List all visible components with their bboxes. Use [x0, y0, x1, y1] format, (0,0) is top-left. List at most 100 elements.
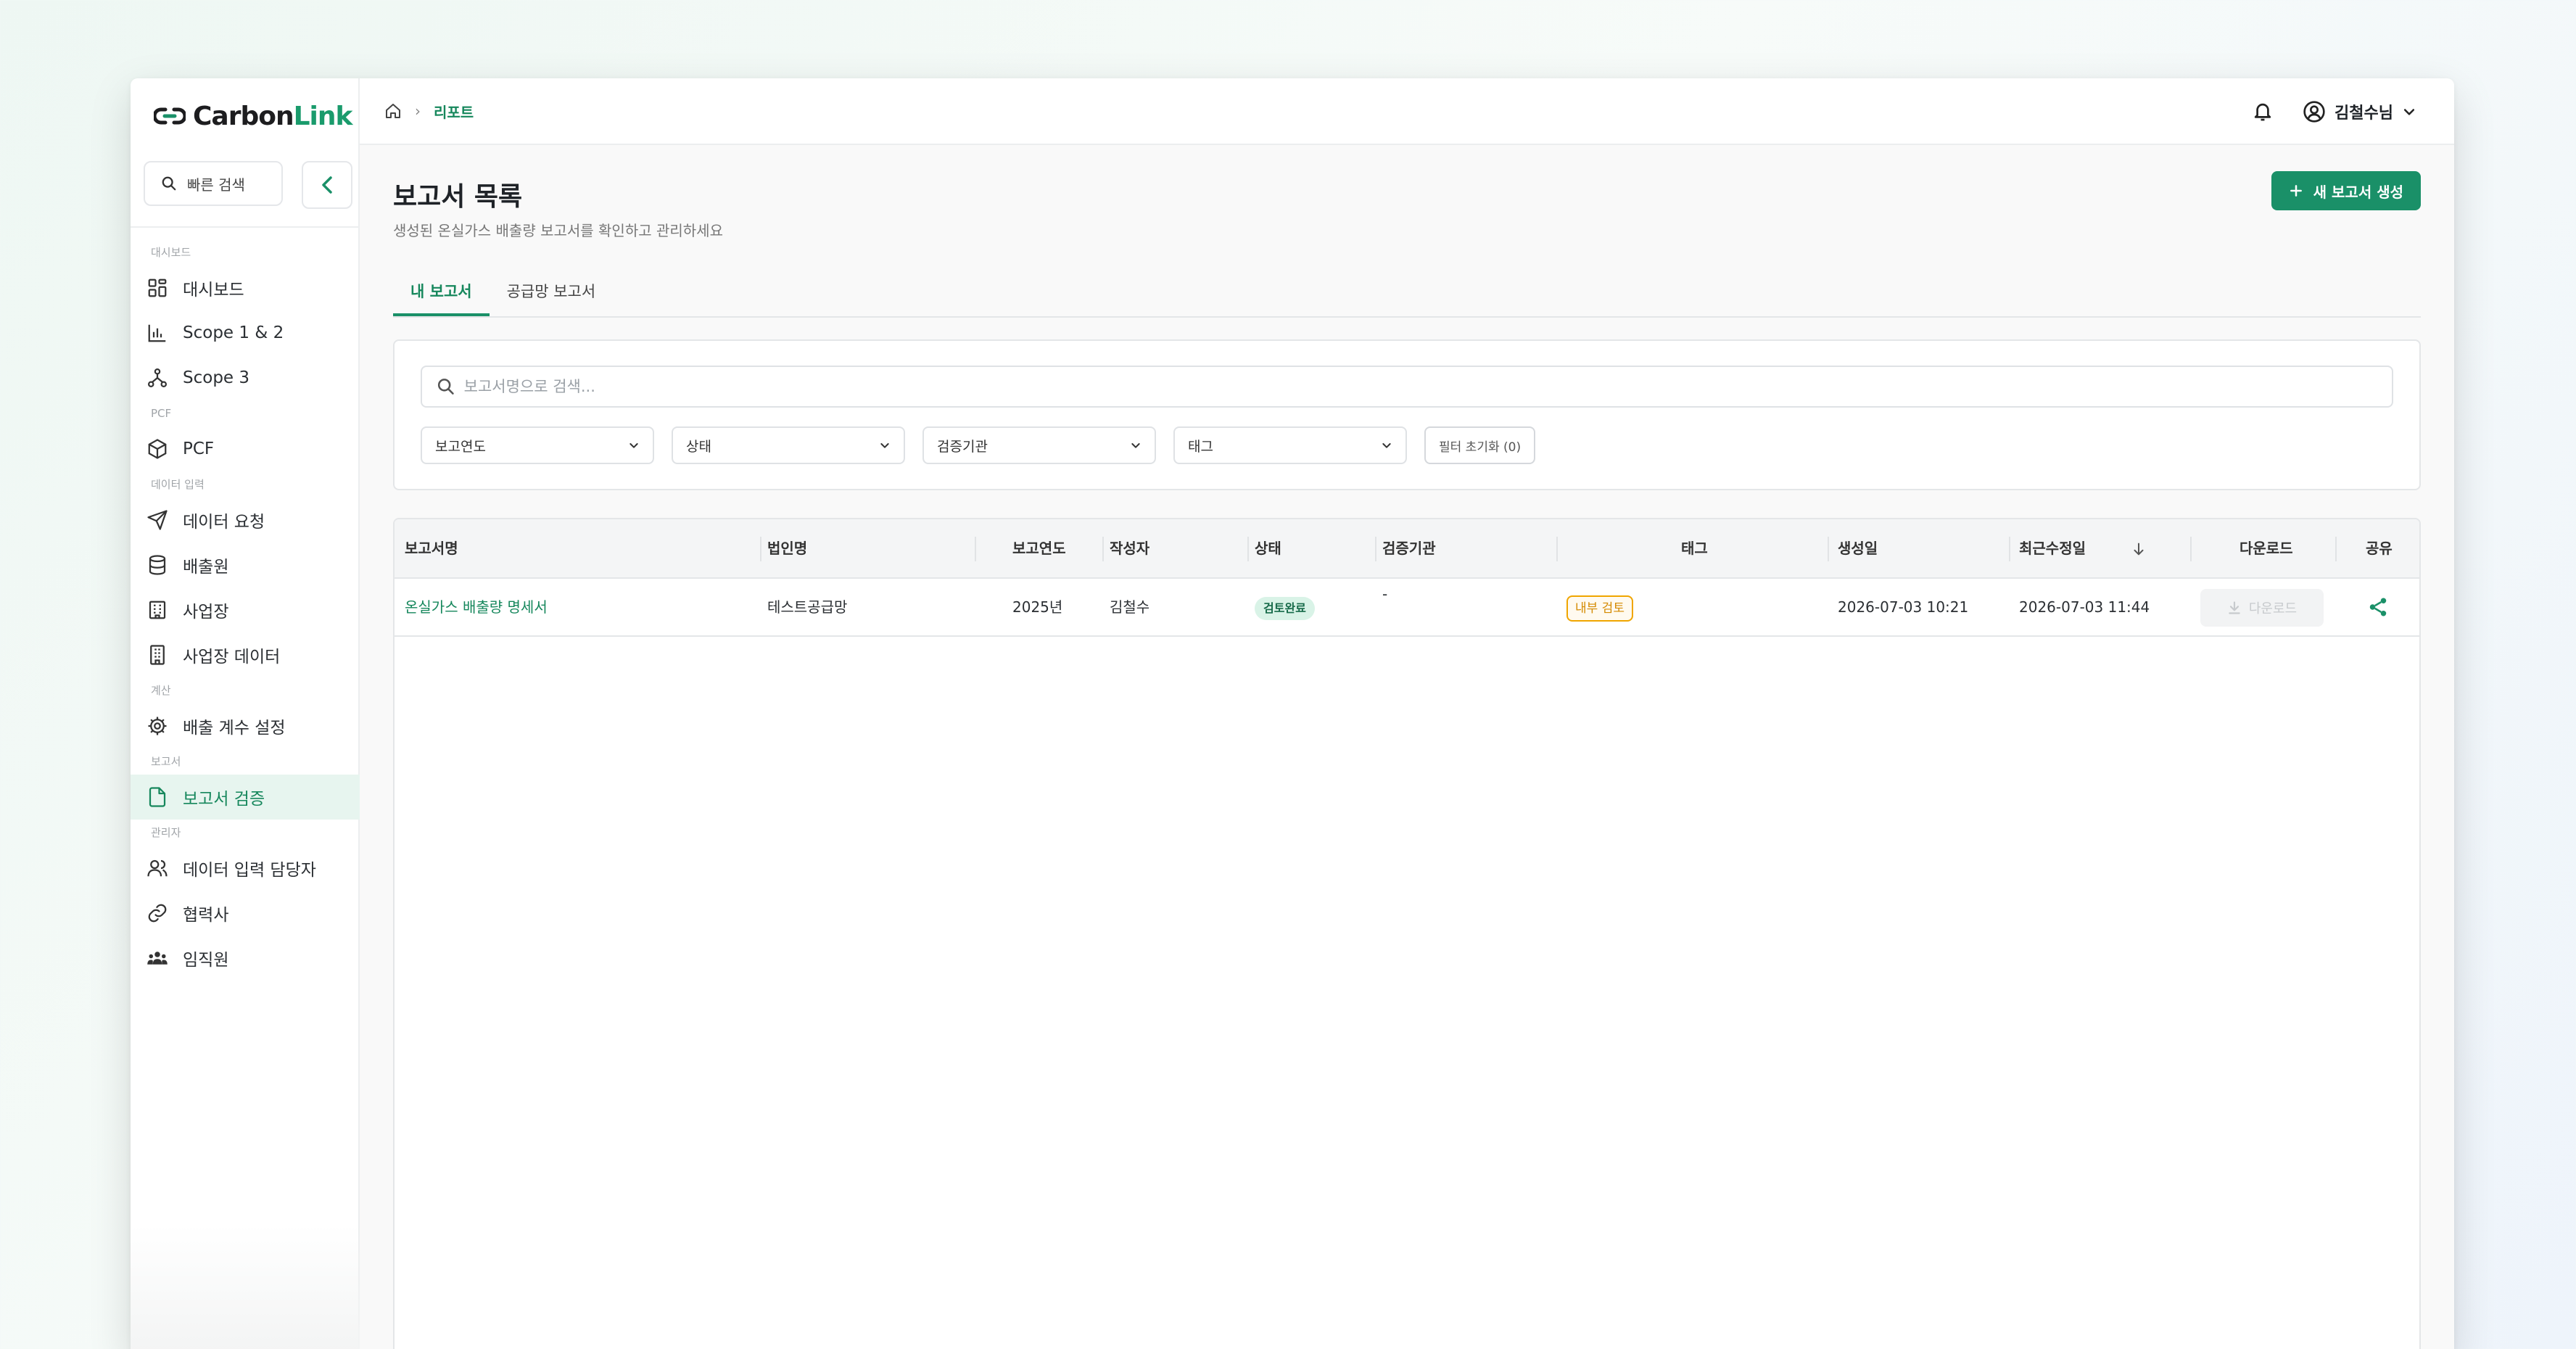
- sidebar-item-site[interactable]: 사업장: [131, 587, 360, 632]
- quick-search-label: 빠른 검색: [187, 176, 245, 194]
- building-icon: [150, 645, 165, 665]
- column-divider: [1556, 537, 1558, 561]
- table-header: 보고서명 법인명 보고연도 작성자 상태 검증기관 태그 생성일 최근수정일 다…: [395, 519, 2419, 579]
- column-status[interactable]: 상태: [1255, 519, 1281, 577]
- filter-panel: 보고연도 상태 검증기관 태그 필터 초기화 (0): [393, 339, 2421, 490]
- report-search-input[interactable]: [463, 378, 2392, 395]
- nav-section-admin: 관리자: [151, 826, 181, 839]
- column-author[interactable]: 작성자: [1110, 519, 1149, 577]
- sidebar-item-pcf[interactable]: PCF: [131, 426, 360, 471]
- filter-status-label: 상태: [686, 438, 711, 455]
- sidebar-item-label: 협력사: [183, 906, 229, 925]
- home-icon[interactable]: [384, 102, 402, 120]
- sidebar-item-dashboard[interactable]: 대시보드: [131, 265, 360, 310]
- chevron-down-icon: [880, 443, 889, 448]
- sidebar-item-emission-factor[interactable]: 배출 계수 설정: [131, 704, 360, 748]
- column-share[interactable]: 공유: [2366, 519, 2393, 577]
- report-name-link[interactable]: 온실가스 배출량 명세서: [405, 579, 548, 635]
- sidebar-divider: [131, 226, 360, 228]
- sidebar-item-scope12[interactable]: Scope 1 & 2: [131, 310, 360, 355]
- sidebar-fade: [131, 1224, 360, 1349]
- logo-text: CarbonLink: [193, 101, 352, 131]
- sidebar-item-site-data[interactable]: 사업장 데이터: [131, 632, 360, 677]
- collapse-sidebar-button[interactable]: [302, 161, 352, 209]
- chevron-down-icon: [2403, 109, 2415, 115]
- column-updated[interactable]: 최근수정일: [2019, 519, 2086, 577]
- column-report-name[interactable]: 보고서명: [405, 519, 458, 577]
- report-tabs: 내 보고서 공급망 보고서: [393, 268, 2421, 318]
- sidebar-item-emission-source[interactable]: 배출원: [131, 543, 360, 587]
- sidebar-item-data-manager[interactable]: 데이터 입력 담당자: [131, 846, 360, 891]
- user-name: 김철수님: [2334, 104, 2393, 123]
- sidebar-item-label: 사업장: [183, 603, 229, 622]
- filter-status-select[interactable]: 상태: [672, 426, 905, 464]
- network-icon: [148, 368, 167, 387]
- filter-tag-select[interactable]: 태그: [1173, 426, 1407, 464]
- user-menu[interactable]: 김철수님: [2303, 100, 2416, 123]
- search-icon: [162, 176, 176, 191]
- share-icon[interactable]: [2367, 596, 2389, 618]
- sort-desc-icon[interactable]: [2131, 540, 2147, 558]
- logo[interactable]: CarbonLink: [154, 96, 352, 136]
- cell-updated: 2026-07-03 11:44: [2019, 598, 2150, 616]
- column-company[interactable]: 법인명: [767, 519, 807, 577]
- bell-icon[interactable]: [2252, 100, 2274, 123]
- page-subtitle: 생성된 온실가스 배출량 보고서를 확인하고 관리하세요: [393, 222, 723, 239]
- nav-section-calculation: 계산: [151, 684, 171, 697]
- users-icon: [147, 859, 168, 877]
- column-divider: [1102, 537, 1104, 561]
- sidebar-item-scope3[interactable]: Scope 3: [131, 355, 360, 400]
- plus-icon: [2290, 185, 2302, 197]
- cell-year: 2025년: [1012, 598, 1063, 616]
- quick-search-button[interactable]: 빠른 검색: [144, 161, 283, 206]
- column-divider: [2009, 537, 2010, 561]
- cell-company: 테스트공급망: [767, 598, 848, 616]
- table-row[interactable]: 온실가스 배출량 명세서 테스트공급망 2025년 김철수 검토완료 - 내부 …: [395, 579, 2419, 637]
- nav-section-dashboard: 대시보드: [151, 246, 191, 259]
- filter-reset-button[interactable]: 필터 초기화 (0): [1424, 426, 1536, 464]
- filter-year-select[interactable]: 보고연도: [421, 426, 654, 464]
- sidebar-item-partners[interactable]: 협력사: [131, 891, 360, 936]
- link-icon: [148, 904, 167, 923]
- search-icon: [437, 379, 454, 395]
- sidebar-item-label: 배출 계수 설정: [183, 719, 286, 738]
- chevron-down-icon: [1131, 443, 1140, 448]
- topbar-actions: 김철수님: [2252, 78, 2416, 145]
- new-report-button[interactable]: 새 보고서 생성: [2271, 171, 2421, 210]
- nav-section-pcf: PCF: [151, 407, 172, 420]
- column-year[interactable]: 보고연도: [1012, 519, 1066, 577]
- sidebar-item-employees[interactable]: 임직원: [131, 936, 360, 981]
- sidebar-item-label: PCF: [183, 440, 215, 458]
- sidebar-item-label: 데이터 요청: [183, 513, 265, 532]
- column-divider: [975, 537, 976, 561]
- sidebar-item-data-request[interactable]: 데이터 요청: [131, 498, 360, 543]
- column-download[interactable]: 다운로드: [2239, 519, 2293, 577]
- report-search-box[interactable]: [421, 366, 2393, 408]
- sidebar-item-report-verification[interactable]: 보고서 검증: [131, 775, 360, 820]
- column-created[interactable]: 생성일: [1838, 519, 1878, 577]
- filter-verifier-select[interactable]: 검증기관: [922, 426, 1156, 464]
- breadcrumb-separator: ›: [415, 102, 421, 120]
- cell-tag: 내부 검토: [1566, 579, 1633, 635]
- chevron-down-icon: [629, 443, 638, 448]
- tab-supply-chain-reports[interactable]: 공급망 보고서: [490, 268, 614, 316]
- column-verifier[interactable]: 검증기관: [1382, 519, 1436, 577]
- filter-year-label: 보고연도: [435, 438, 486, 455]
- tab-my-reports[interactable]: 내 보고서: [393, 268, 490, 316]
- send-icon: [147, 510, 168, 530]
- breadcrumb-current[interactable]: 리포트: [434, 101, 474, 122]
- column-divider: [760, 537, 761, 561]
- cell-author: 김철수: [1110, 598, 1150, 616]
- page-title: 보고서 목록: [393, 182, 523, 212]
- status-badge: 검토완료: [1255, 596, 1315, 620]
- tag-badge: 내부 검토: [1566, 595, 1633, 622]
- gear-icon: [148, 717, 167, 735]
- file-icon: [149, 787, 166, 807]
- team-icon: [147, 952, 168, 965]
- breadcrumb: › 리포트: [384, 101, 474, 122]
- new-report-label: 새 보고서 생성: [2313, 183, 2403, 201]
- download-button[interactable]: 다운로드: [2200, 589, 2324, 627]
- sidebar-nav: 대시보드 대시보드 Scope 1 & 2 Scope 3 PCF PCF 데이…: [131, 239, 360, 981]
- column-tag[interactable]: 태그: [1681, 519, 1708, 577]
- download-label: 다운로드: [2248, 601, 2298, 616]
